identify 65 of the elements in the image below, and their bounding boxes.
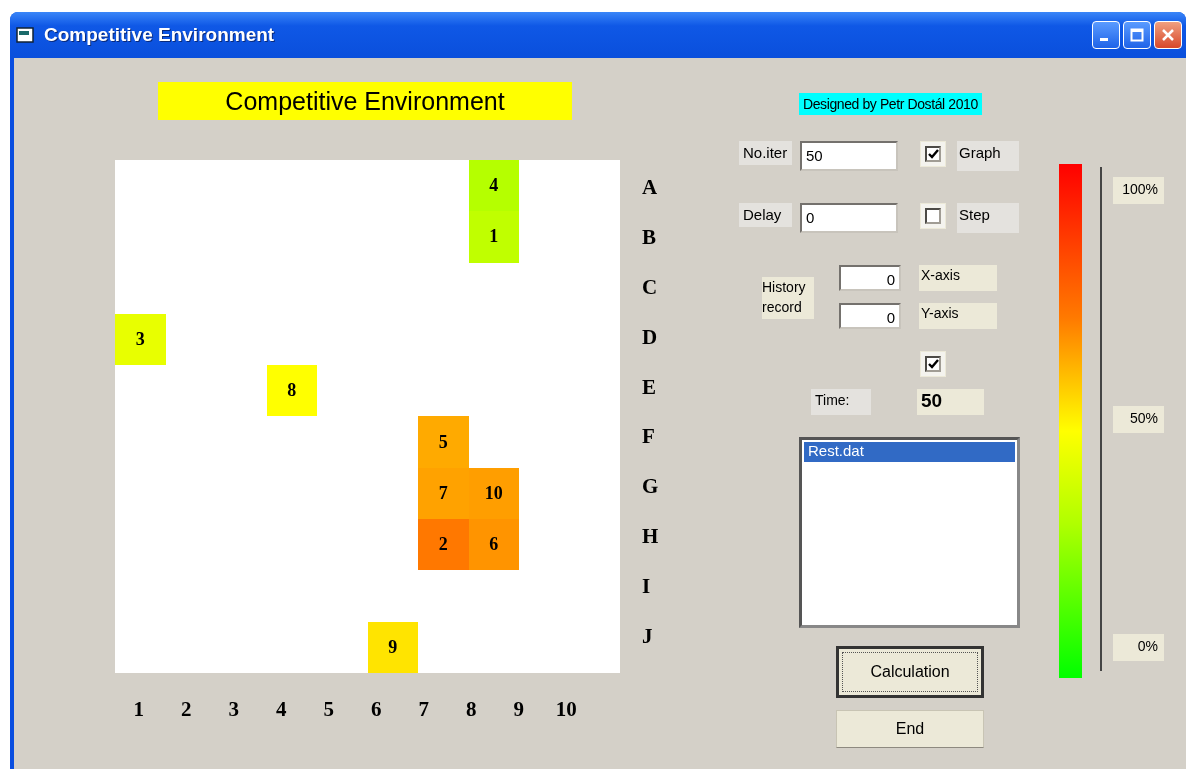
time-label: Time: — [811, 389, 871, 415]
column-label: 1 — [132, 697, 145, 722]
scale-label: 100% — [1113, 177, 1164, 204]
axis-label: X-axis — [919, 265, 997, 291]
checkmark-icon — [927, 359, 939, 369]
time-value: 50 — [917, 389, 984, 415]
file-list[interactable]: Rest.dat — [799, 437, 1020, 628]
field-label: No.iter — [739, 141, 792, 165]
column-label: 10 — [554, 697, 578, 722]
calculation-button[interactable]: Calculation — [836, 646, 984, 698]
end-button[interactable]: End — [836, 710, 984, 748]
maximize-icon — [1130, 28, 1144, 42]
row-label: F — [642, 423, 656, 451]
credit-label: Designed by Petr Dostál 2010 — [799, 93, 982, 115]
input-field[interactable]: 50 — [800, 141, 898, 171]
axis-label: Y-axis — [919, 303, 997, 329]
input-field[interactable]: 0 — [839, 303, 901, 329]
row-label: E — [642, 373, 657, 401]
column-label: 4 — [275, 697, 288, 722]
board-cell: 10 — [468, 467, 519, 520]
heading: Competitive Environment — [158, 82, 572, 120]
scale-label: 0% — [1113, 634, 1164, 661]
column-label: 7 — [417, 697, 430, 722]
checkbox-label: Step — [957, 203, 1019, 233]
column-label: 9 — [512, 697, 525, 722]
row-label: I — [642, 572, 652, 600]
board-cell: 8 — [266, 365, 317, 417]
checkbox-label: Graph — [957, 141, 1019, 171]
board-cell: 3 — [115, 313, 166, 366]
input-field[interactable]: 0 — [800, 203, 898, 233]
board-cell: 4 — [468, 160, 519, 212]
minimize-icon — [1100, 37, 1108, 41]
row-label: D — [642, 323, 659, 351]
column-label: 3 — [227, 697, 240, 722]
list-item[interactable]: Rest.dat — [804, 442, 1015, 462]
row-label: G — [642, 473, 659, 501]
board-cell: 6 — [468, 519, 519, 571]
app-icon — [16, 27, 34, 43]
board-cell: 5 — [418, 416, 469, 468]
checkbox[interactable] — [920, 203, 946, 229]
board-cell: 2 — [418, 519, 469, 571]
scale-label: 50% — [1113, 405, 1164, 433]
row-label: C — [642, 274, 659, 301]
row-label: B — [642, 224, 657, 252]
checkmark-icon — [927, 149, 939, 159]
minimize-button[interactable] — [1092, 21, 1120, 49]
row-label: J — [642, 622, 654, 650]
history-label: History record — [762, 277, 814, 319]
board-cell: 7 — [418, 467, 469, 520]
field-label: Delay — [739, 203, 792, 227]
checkbox[interactable] — [920, 141, 946, 167]
maximize-button[interactable] — [1123, 21, 1151, 49]
row-label: A — [642, 174, 659, 202]
board-cell: 1 — [468, 211, 519, 263]
input-field[interactable]: 0 — [839, 265, 901, 291]
window-title: Competitive Environment — [44, 24, 276, 46]
close-icon — [1161, 28, 1175, 42]
column-label: 8 — [465, 697, 478, 722]
column-label: 5 — [322, 697, 335, 722]
row-label: H — [642, 522, 659, 550]
board-cell: 9 — [367, 621, 418, 673]
close-button[interactable] — [1154, 21, 1182, 49]
column-label: 2 — [180, 697, 193, 722]
column-label: 6 — [370, 697, 383, 722]
checkbox[interactable] — [920, 351, 946, 377]
